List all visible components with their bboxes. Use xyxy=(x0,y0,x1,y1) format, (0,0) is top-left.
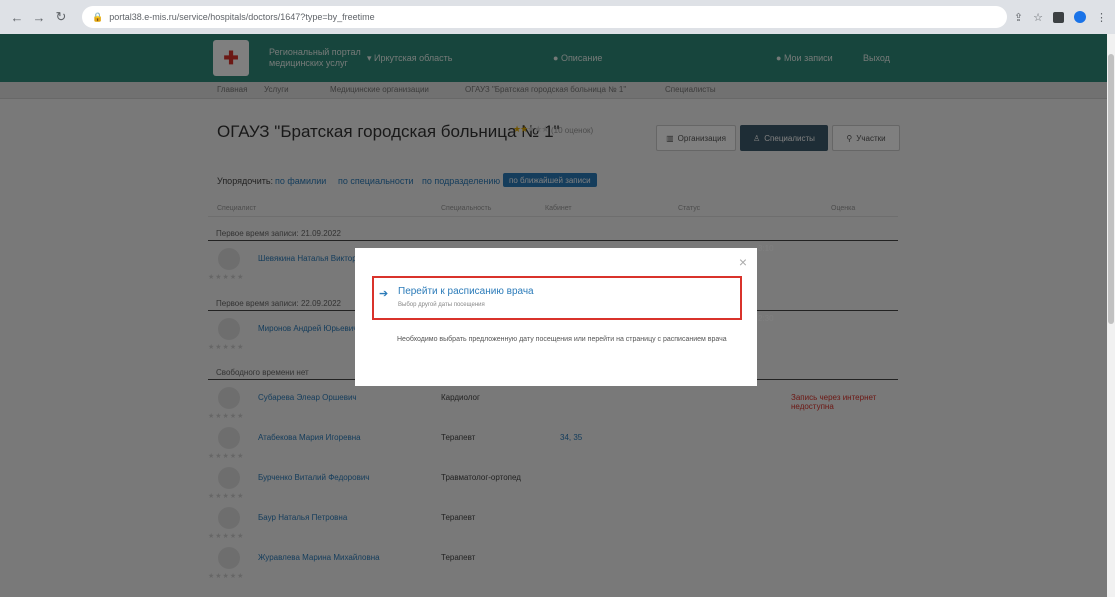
scroll-thumb[interactable] xyxy=(1108,54,1114,324)
option-subtitle: Выбор другой даты посещения xyxy=(398,302,485,308)
address-bar[interactable]: 🔒 portal38.e-mis.ru/service/hospitals/do… xyxy=(82,6,1007,28)
menu-icon[interactable]: ⋮ xyxy=(1096,11,1107,24)
profile-icon[interactable] xyxy=(1074,11,1086,23)
page-scrollbar[interactable] xyxy=(1107,34,1115,597)
share-icon[interactable]: ⇪ xyxy=(1014,11,1023,24)
reload-icon[interactable]: ↻ xyxy=(52,8,70,26)
schedule-modal: × ➔ Перейти к расписанию врача Выбор дру… xyxy=(355,248,757,386)
forward-icon[interactable]: → xyxy=(30,8,48,26)
lock-icon: 🔒 xyxy=(92,11,104,22)
back-icon[interactable]: ← xyxy=(8,8,26,26)
extension-icon[interactable] xyxy=(1053,11,1064,23)
go-to-schedule-option[interactable]: ➔ Перейти к расписанию врача Выбор друго… xyxy=(372,276,742,320)
star-icon[interactable]: ☆ xyxy=(1033,11,1043,24)
arrow-right-icon: ➔ xyxy=(379,288,389,300)
modal-note: Необходимо выбрать предложенную дату пос… xyxy=(397,336,727,343)
go-to-schedule-link[interactable]: Перейти к расписанию врача xyxy=(398,286,534,297)
browser-toolbar: ← → ↻ 🔒 portal38.e-mis.ru/service/hospit… xyxy=(0,0,1115,34)
url-text: portal38.e-mis.ru/service/hospitals/doct… xyxy=(109,12,375,22)
close-icon[interactable]: × xyxy=(739,254,747,270)
